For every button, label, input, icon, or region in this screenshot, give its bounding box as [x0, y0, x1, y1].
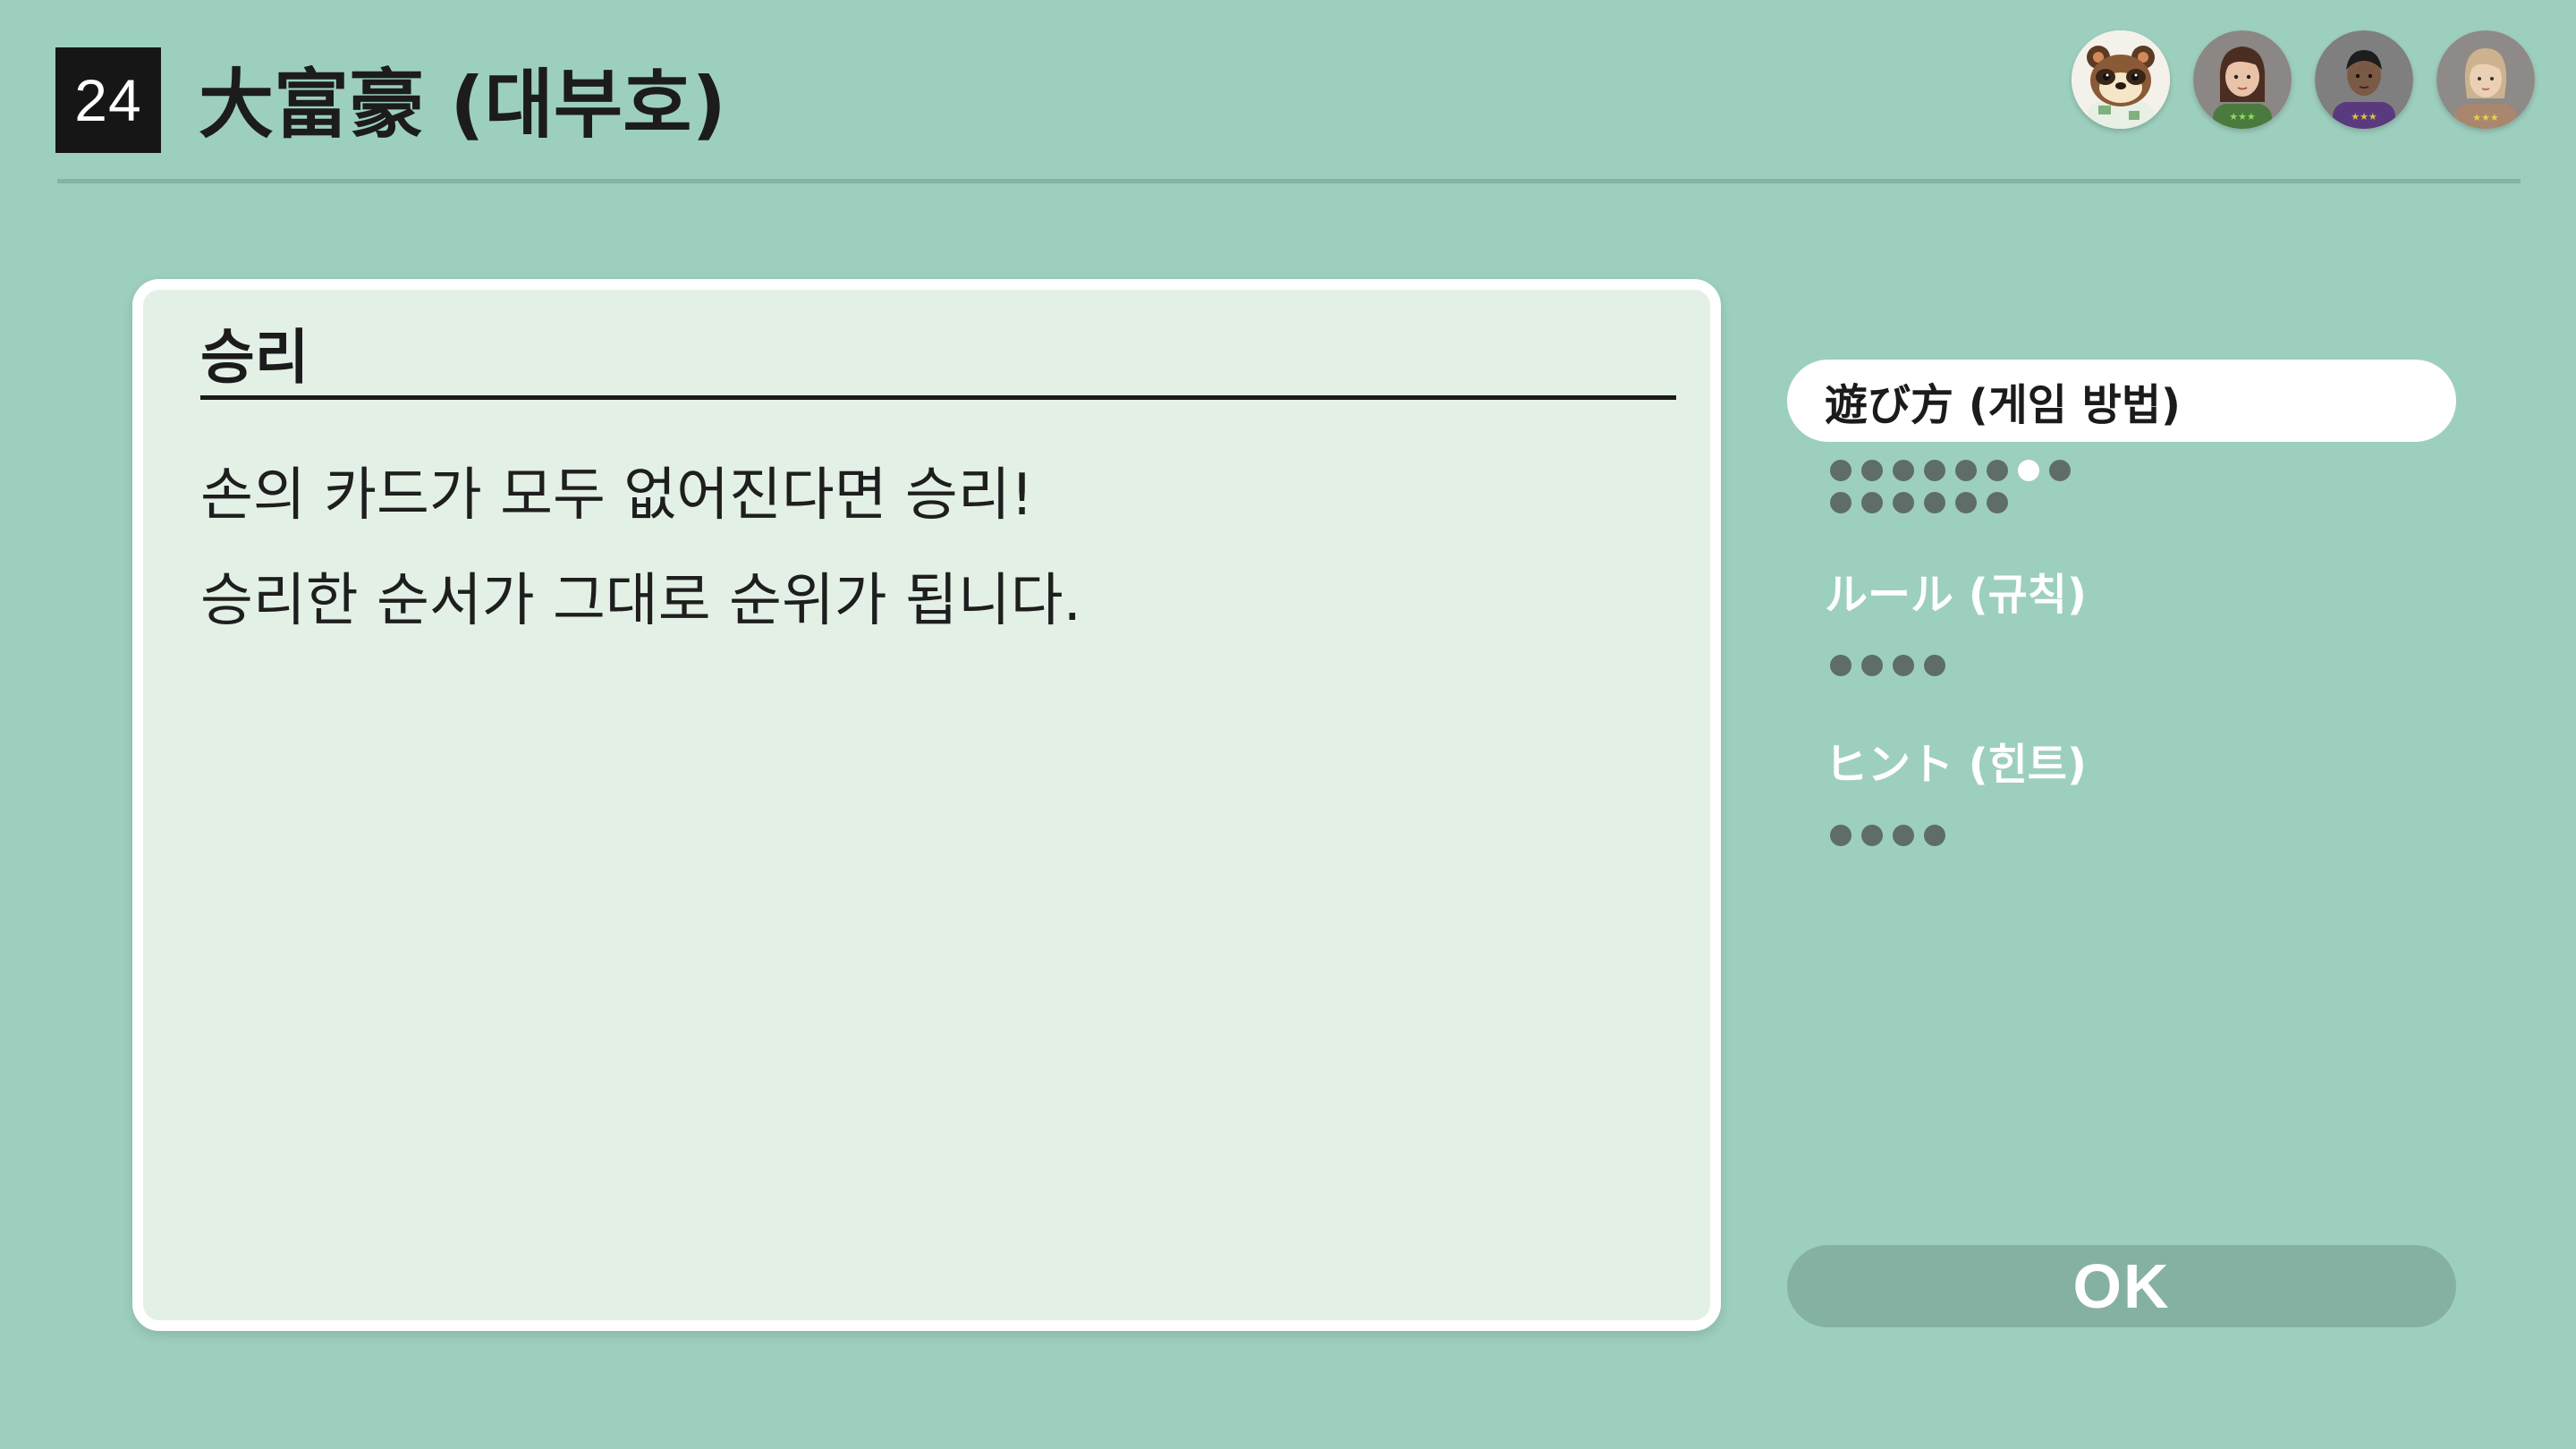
- svg-text:★★★: ★★★: [2229, 111, 2256, 123]
- tom-nook-avatar-icon: [2072, 30, 2170, 129]
- page-dot: [1830, 825, 1852, 846]
- menu-item-how-to-play[interactable]: 遊び方 (게임 방법): [1787, 360, 2456, 442]
- ok-button[interactable]: OK: [1787, 1245, 2456, 1327]
- svg-text:★★★: ★★★: [2351, 111, 2377, 123]
- player-avatars: ★★★ ★★★ ★★★: [2072, 30, 2535, 129]
- menu-item-rules[interactable]: ルール (규칙): [1787, 549, 2456, 631]
- page-dot: [1924, 655, 1945, 676]
- page-dot: [1861, 825, 1883, 846]
- page-dot: [1955, 460, 1977, 481]
- male-mii-avatar-icon: ★★★: [2315, 30, 2413, 129]
- page-dot: [1893, 460, 1914, 481]
- page-dot: [1893, 492, 1914, 513]
- page-indicator-how-to-play: [1787, 460, 2098, 513]
- section-heading: 승리: [200, 323, 309, 392]
- rules-content-panel[interactable]: 승리 손의 카드가 모두 없어진다면 승리! 승리한 순서가 그대로 순위가 됩…: [132, 279, 1721, 1331]
- page-dot: [1861, 460, 1883, 481]
- page-indicator-hints: [1787, 825, 2170, 846]
- page-dot: [1924, 492, 1945, 513]
- light-haired-mii-avatar-icon: ★★★: [2436, 30, 2535, 129]
- page-dot: [1861, 655, 1883, 676]
- game-title: 大富豪 (대부호): [199, 61, 726, 148]
- menu-item-hints[interactable]: ヒント (힌트): [1787, 719, 2456, 801]
- header-bar: 24 大富豪 (대부호) ★★★ ★★★ ★★★: [0, 0, 2576, 183]
- female-mii-avatar-icon: ★★★: [2193, 30, 2292, 129]
- page-dot: [1893, 655, 1914, 676]
- page-dot: [1830, 460, 1852, 481]
- body-text-line: 손의 카드가 모두 없어진다면 승리!: [200, 462, 1034, 529]
- game-number-badge: 24: [55, 47, 161, 153]
- help-category-menu: 遊び方 (게임 방법) ルール (규칙) ヒント (힌트): [1787, 360, 2456, 846]
- page-dot: [2049, 460, 2071, 481]
- page-dot-current: [2018, 460, 2039, 481]
- svg-text:★★★: ★★★: [2472, 112, 2499, 123]
- page-dot: [1955, 492, 1977, 513]
- page-dot: [1987, 492, 2008, 513]
- header-divider: [57, 179, 2521, 183]
- body-text-line: 승리한 순서가 그대로 순위가 됩니다.: [200, 568, 1081, 634]
- page-dot: [1861, 492, 1883, 513]
- page-dot: [1830, 655, 1852, 676]
- heading-divider: [200, 395, 1676, 400]
- page-dot: [1830, 492, 1852, 513]
- page-dot: [1924, 460, 1945, 481]
- page-indicator-rules: [1787, 655, 2170, 676]
- page-dot: [1924, 825, 1945, 846]
- page-dot: [1893, 825, 1914, 846]
- page-dot: [1987, 460, 2008, 481]
